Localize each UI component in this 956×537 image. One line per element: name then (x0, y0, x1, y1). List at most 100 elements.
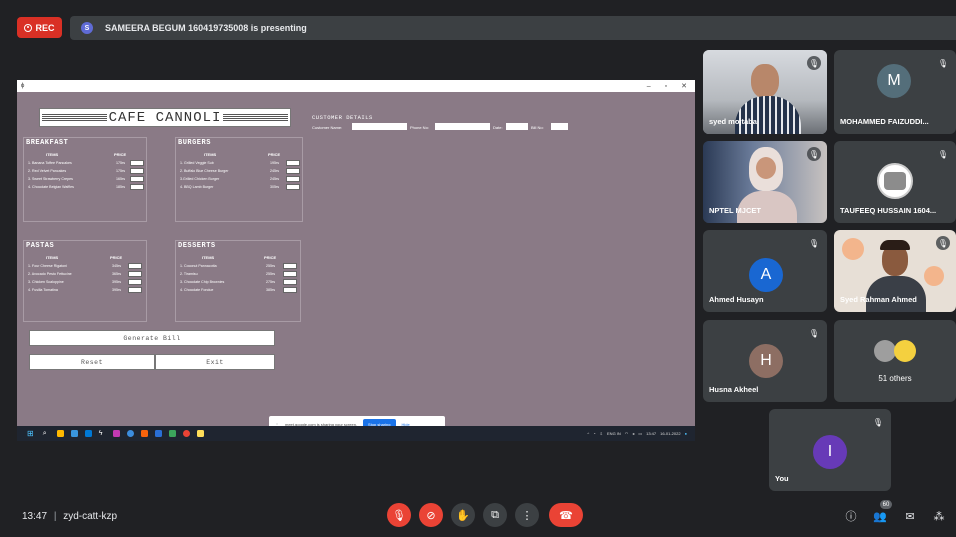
item-price: 345rs (112, 264, 121, 268)
usb-icon[interactable]: ⇩ (600, 431, 603, 436)
price-header: PRICE (268, 152, 281, 157)
menu-item: 1. Grilled Veggie Sub (180, 161, 214, 165)
participant-tile[interactable]: 🎙 TAUFEEQ HUSSAIN 1604... (834, 141, 956, 223)
network-icon[interactable]: ◔ (593, 431, 595, 436)
taskbar-date[interactable]: 16-01-2022 (660, 431, 680, 436)
quantity-input[interactable] (130, 168, 144, 174)
item-price: 245rs (270, 177, 279, 181)
search-icon[interactable]: ⌕ (43, 430, 50, 437)
menu-item: 2. Red Velvet Pancakes (28, 169, 67, 173)
participant-tile[interactable]: 🎙 Syed Rahman Ahmed (834, 230, 956, 312)
others-tile[interactable]: 51 others (834, 320, 956, 402)
others-count: 51 others (878, 374, 912, 383)
app-icon[interactable] (168, 430, 176, 437)
close-icon[interactable]: ✕ (681, 82, 687, 90)
file-explorer-icon[interactable] (56, 430, 64, 437)
quantity-input[interactable] (128, 263, 142, 269)
person-face (751, 64, 779, 98)
customer-name-input[interactable] (352, 123, 407, 130)
participant-avatar: A (749, 258, 783, 292)
maximize-icon[interactable]: ▫ (665, 83, 667, 90)
participant-avatar: I (813, 435, 847, 469)
python-icon[interactable] (196, 430, 204, 437)
quantity-input[interactable] (128, 287, 142, 293)
quantity-input[interactable] (130, 160, 144, 166)
menu-item: 4. Chocolate Belgian Waffles (28, 185, 74, 189)
edge-icon[interactable] (126, 430, 134, 437)
language-indicator[interactable]: ENG IN (607, 431, 621, 436)
reset-button[interactable]: Reset (29, 354, 155, 370)
phone-input[interactable] (435, 123, 490, 130)
quantity-input[interactable] (130, 184, 144, 190)
minimize-icon[interactable]: – (647, 83, 651, 90)
people-button[interactable]: 👥 60 (872, 500, 892, 524)
leave-call-button[interactable]: ☎ (549, 503, 583, 527)
participant-name: You (775, 474, 789, 483)
raise-hand-button[interactable]: ✋ (451, 503, 475, 527)
item-price: 385rs (266, 288, 275, 292)
chrome-icon[interactable] (182, 430, 190, 437)
battery-icon[interactable]: ▭ (638, 431, 642, 436)
price-header: PRICE (114, 152, 127, 157)
bolt-icon[interactable]: ϟ (99, 430, 106, 437)
quantity-input[interactable] (286, 160, 300, 166)
hand-icon: ✋ (456, 509, 470, 522)
chat-button[interactable]: ✉ (902, 508, 918, 524)
app-icon[interactable] (140, 430, 148, 437)
quantity-input[interactable] (286, 184, 300, 190)
price-header: PRICE (264, 255, 277, 260)
quantity-input[interactable] (128, 279, 142, 285)
participant-name: MOHAMMED FAIZUDDI... (840, 117, 929, 126)
meet-window: REC S SAMEERA BEGUM 160419735008 is pres… (0, 0, 956, 537)
quantity-input[interactable] (283, 263, 297, 269)
app-icon[interactable] (112, 430, 120, 437)
feather-icon: ϕ (21, 83, 25, 89)
taskbar-clock[interactable]: 13:47 (646, 431, 656, 436)
quantity-input[interactable] (283, 271, 297, 277)
info-icon: ⓘ (845, 511, 857, 523)
windows-taskbar: ⊞ ⌕ ϟ ^ ◔ ⇩ ENG IN ◠ ◂ ▭ 13:47 16-01-202… (17, 426, 695, 441)
activities-button[interactable]: ⁂ (931, 508, 947, 524)
meeting-details-button[interactable]: ⓘ (843, 508, 859, 524)
bill-no-input[interactable] (551, 123, 568, 130)
wifi-icon[interactable]: ◠ (625, 431, 629, 436)
participant-tile[interactable]: 🎙 syed mojtaba (703, 50, 827, 134)
chevron-up-icon[interactable]: ^ (587, 431, 589, 436)
section-heading: DESSERTS (178, 242, 216, 250)
section-heading: BREAKFAST (26, 139, 69, 147)
quantity-input[interactable] (130, 176, 144, 182)
more-options-button[interactable]: ⋮ (515, 503, 539, 527)
quantity-input[interactable] (283, 287, 297, 293)
participant-tile[interactable]: M 🎙 MOHAMMED FAIZUDDI... (834, 50, 956, 134)
participant-avatar: H (749, 344, 783, 378)
quantity-input[interactable] (128, 271, 142, 277)
participant-tile[interactable]: H 🎙 Husna Akheel (703, 320, 827, 402)
item-price: 255rs (266, 264, 275, 268)
camera-toggle-button[interactable]: ⊘ (419, 503, 443, 527)
self-tile[interactable]: I 🎙 You (769, 409, 891, 491)
quantity-input[interactable] (286, 176, 300, 182)
recording-indicator[interactable]: REC (17, 17, 62, 38)
mail-icon[interactable] (70, 430, 78, 437)
mic-toggle-button[interactable]: 🎙 (387, 503, 411, 527)
store-icon[interactable] (84, 430, 92, 437)
participant-tile[interactable]: 🎙 NPTEL MJCET (703, 141, 827, 223)
participant-tile[interactable]: A 🎙 Ahmed Husayn (703, 230, 827, 312)
item-price: 305rs (270, 185, 279, 189)
date-input[interactable] (506, 123, 528, 130)
quantity-input[interactable] (283, 279, 297, 285)
hang-up-icon: ☎ (559, 509, 573, 522)
generate-bill-button[interactable]: Generate Bill (29, 330, 275, 346)
quantity-input[interactable] (286, 168, 300, 174)
speaker-icon[interactable]: ◂ (632, 431, 634, 436)
windows-start-icon[interactable]: ⊞ (27, 429, 34, 438)
notification-icon[interactable]: ● (685, 431, 687, 436)
mic-off-icon: 🎙 (392, 509, 406, 522)
exit-button[interactable]: Exit (155, 354, 275, 370)
item-price: 195rs (270, 161, 279, 165)
mic-off-icon: 🎙 (807, 56, 821, 70)
word-icon[interactable] (154, 430, 162, 437)
meeting-info: 13:47 | zyd-catt-kzp (22, 511, 117, 522)
present-button[interactable]: ⧉ (483, 503, 507, 527)
item-price: 245rs (270, 169, 279, 173)
